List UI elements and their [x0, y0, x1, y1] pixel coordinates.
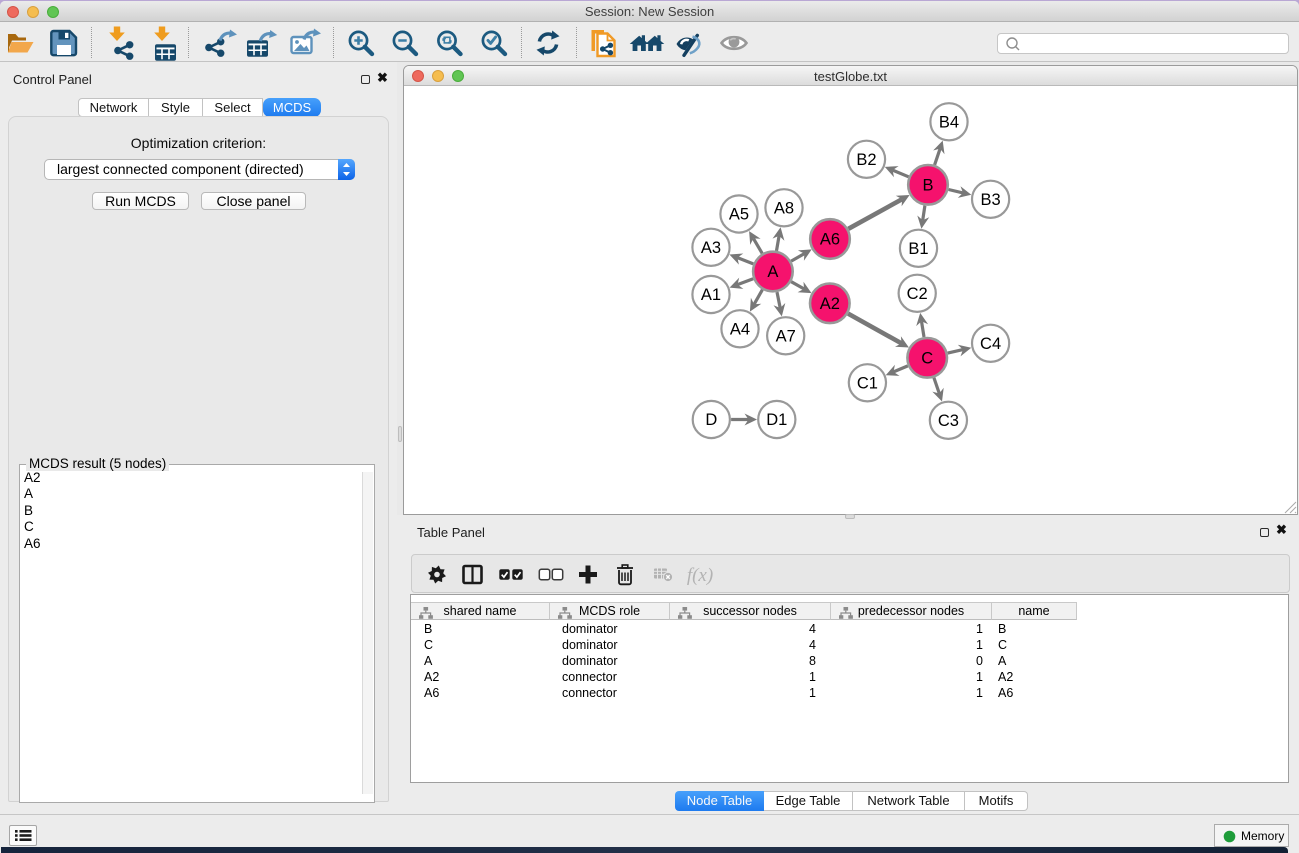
svg-text:C: C	[921, 349, 933, 367]
svg-text:A7: A7	[776, 327, 796, 345]
svg-text:D: D	[705, 411, 717, 429]
svg-text:D1: D1	[766, 411, 787, 429]
svg-text:A2: A2	[820, 295, 840, 313]
svg-text:C4: C4	[980, 335, 1001, 353]
svg-text:B3: B3	[981, 191, 1001, 209]
svg-text:C1: C1	[857, 374, 878, 392]
svg-text:A6: A6	[820, 231, 840, 249]
svg-text:A8: A8	[774, 199, 794, 217]
svg-text:B: B	[922, 176, 933, 194]
svg-text:A5: A5	[729, 206, 749, 224]
svg-text:C2: C2	[907, 285, 928, 303]
svg-text:A1: A1	[701, 286, 721, 304]
svg-text:A4: A4	[730, 320, 750, 338]
svg-text:A3: A3	[701, 239, 721, 257]
svg-text:B2: B2	[856, 151, 876, 169]
svg-text:C3: C3	[938, 412, 959, 430]
svg-text:B4: B4	[939, 113, 959, 131]
svg-text:B1: B1	[908, 240, 928, 258]
svg-text:f(x): f(x)	[687, 565, 713, 586]
svg-text:A: A	[767, 263, 778, 281]
